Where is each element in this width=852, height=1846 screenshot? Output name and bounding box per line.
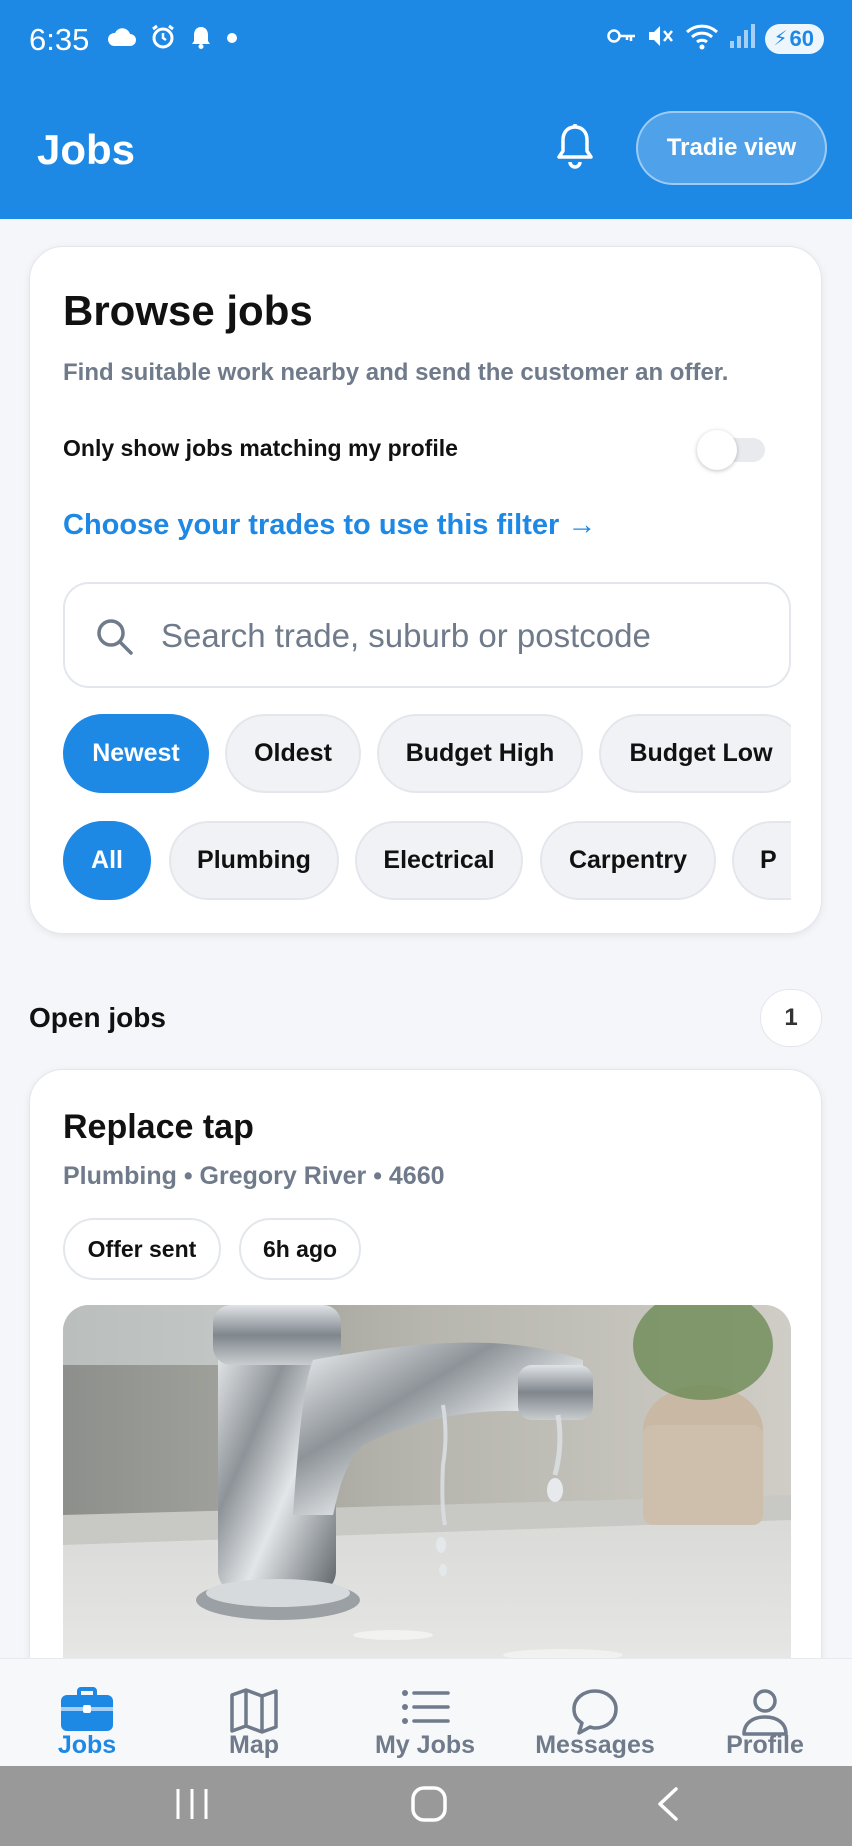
page-title: Jobs [37,126,136,173]
search-field[interactable] [63,582,791,688]
category-chip-row: All Plumbing Electrical Carpentry P [63,821,791,901]
status-left-icons [106,24,238,55]
open-jobs-label: Open jobs [29,1002,166,1033]
job-title: Replace tap [63,1108,254,1146]
nav-messages-label: Messages [535,1731,655,1759]
search-input[interactable] [161,610,761,662]
search-icon [95,617,135,662]
bell-icon [555,123,595,174]
alarm-icon [150,24,176,55]
chip-sort-oldest[interactable]: Oldest [225,714,361,793]
mute-icon [647,23,675,54]
app-header: 6:35 ⚡ 60 Jobs Tradie view [0,0,852,219]
nav-profile-label: Profile [726,1731,804,1759]
signal-icon [729,23,756,54]
charging-icon: ⚡ [773,28,788,50]
chip-category-carpentry[interactable]: Carpentry [540,821,716,900]
nav-profile[interactable]: Profile [680,1659,850,1769]
nav-jobs-label: Jobs [57,1731,117,1759]
match-profile-toggle[interactable] [695,428,767,470]
jobs-screen: 6:35 ⚡ 60 Jobs Tradie view Browse jobs F… [0,0,852,1846]
nav-messages[interactable]: Messages [510,1659,680,1769]
job-age-pill: 6h ago [239,1218,361,1280]
status-time: 6:35 [29,22,90,57]
offer-status-pill: Offer sent [63,1218,221,1280]
system-nav-bar [0,1766,852,1846]
chip-sort-budget-low[interactable]: Budget Low [599,714,791,793]
battery-icon: ⚡ 60 [765,23,824,54]
back-icon [654,1786,680,1827]
recent-apps-icon [174,1787,210,1826]
home-icon [410,1785,448,1828]
chip-sort-newest[interactable]: Newest [63,714,209,793]
choose-trades-link[interactable]: Choose your trades to use this filter → [63,509,596,542]
tradie-view-button[interactable]: Tradie view [636,111,827,185]
notifications-button[interactable] [549,122,601,174]
list-icon [400,1687,450,1732]
key-icon [607,27,637,50]
toggle-knob [697,430,737,470]
wifi-icon [685,22,719,55]
chip-sort-budget-high[interactable]: Budget High [377,714,583,793]
notification-bell-icon [190,25,212,54]
battery-level: 60 [789,25,814,51]
nav-map[interactable]: Map [169,1659,339,1769]
back-button[interactable] [607,1766,727,1846]
status-right-icons: ⚡ 60 [607,22,824,55]
chip-category-electrical[interactable]: Electrical [355,821,523,900]
chip-category-all[interactable]: All [63,821,151,900]
nav-my-jobs[interactable]: My Jobs [340,1659,510,1769]
nav-map-label: Map [229,1731,279,1759]
cloud-icon [106,26,136,53]
home-button[interactable] [369,1766,489,1846]
browse-title: Browse jobs [63,287,313,334]
sort-chip-row: Newest Oldest Budget High Budget Low [63,714,791,794]
bottom-nav: Jobs Map My Jobs Messages Profile [0,1658,852,1768]
browse-jobs-card: Browse jobs Find suitable work nearby an… [29,246,822,934]
match-profile-label: Only show jobs matching my profile [63,435,458,461]
status-bar: 6:35 ⚡ 60 [0,0,852,80]
browse-subtitle: Find suitable work nearby and send the c… [63,359,729,386]
nav-jobs[interactable]: Jobs [2,1659,172,1769]
chip-category-plumbing[interactable]: Plumbing [169,821,339,900]
chip-category-partial[interactable]: P [732,821,791,900]
job-meta: Plumbing • Gregory River • 4660 [63,1162,445,1190]
dot-icon [226,31,238,49]
open-jobs-count-badge: 1 [760,989,822,1047]
recent-apps-button[interactable] [132,1766,252,1846]
nav-my-jobs-label: My Jobs [374,1731,476,1759]
